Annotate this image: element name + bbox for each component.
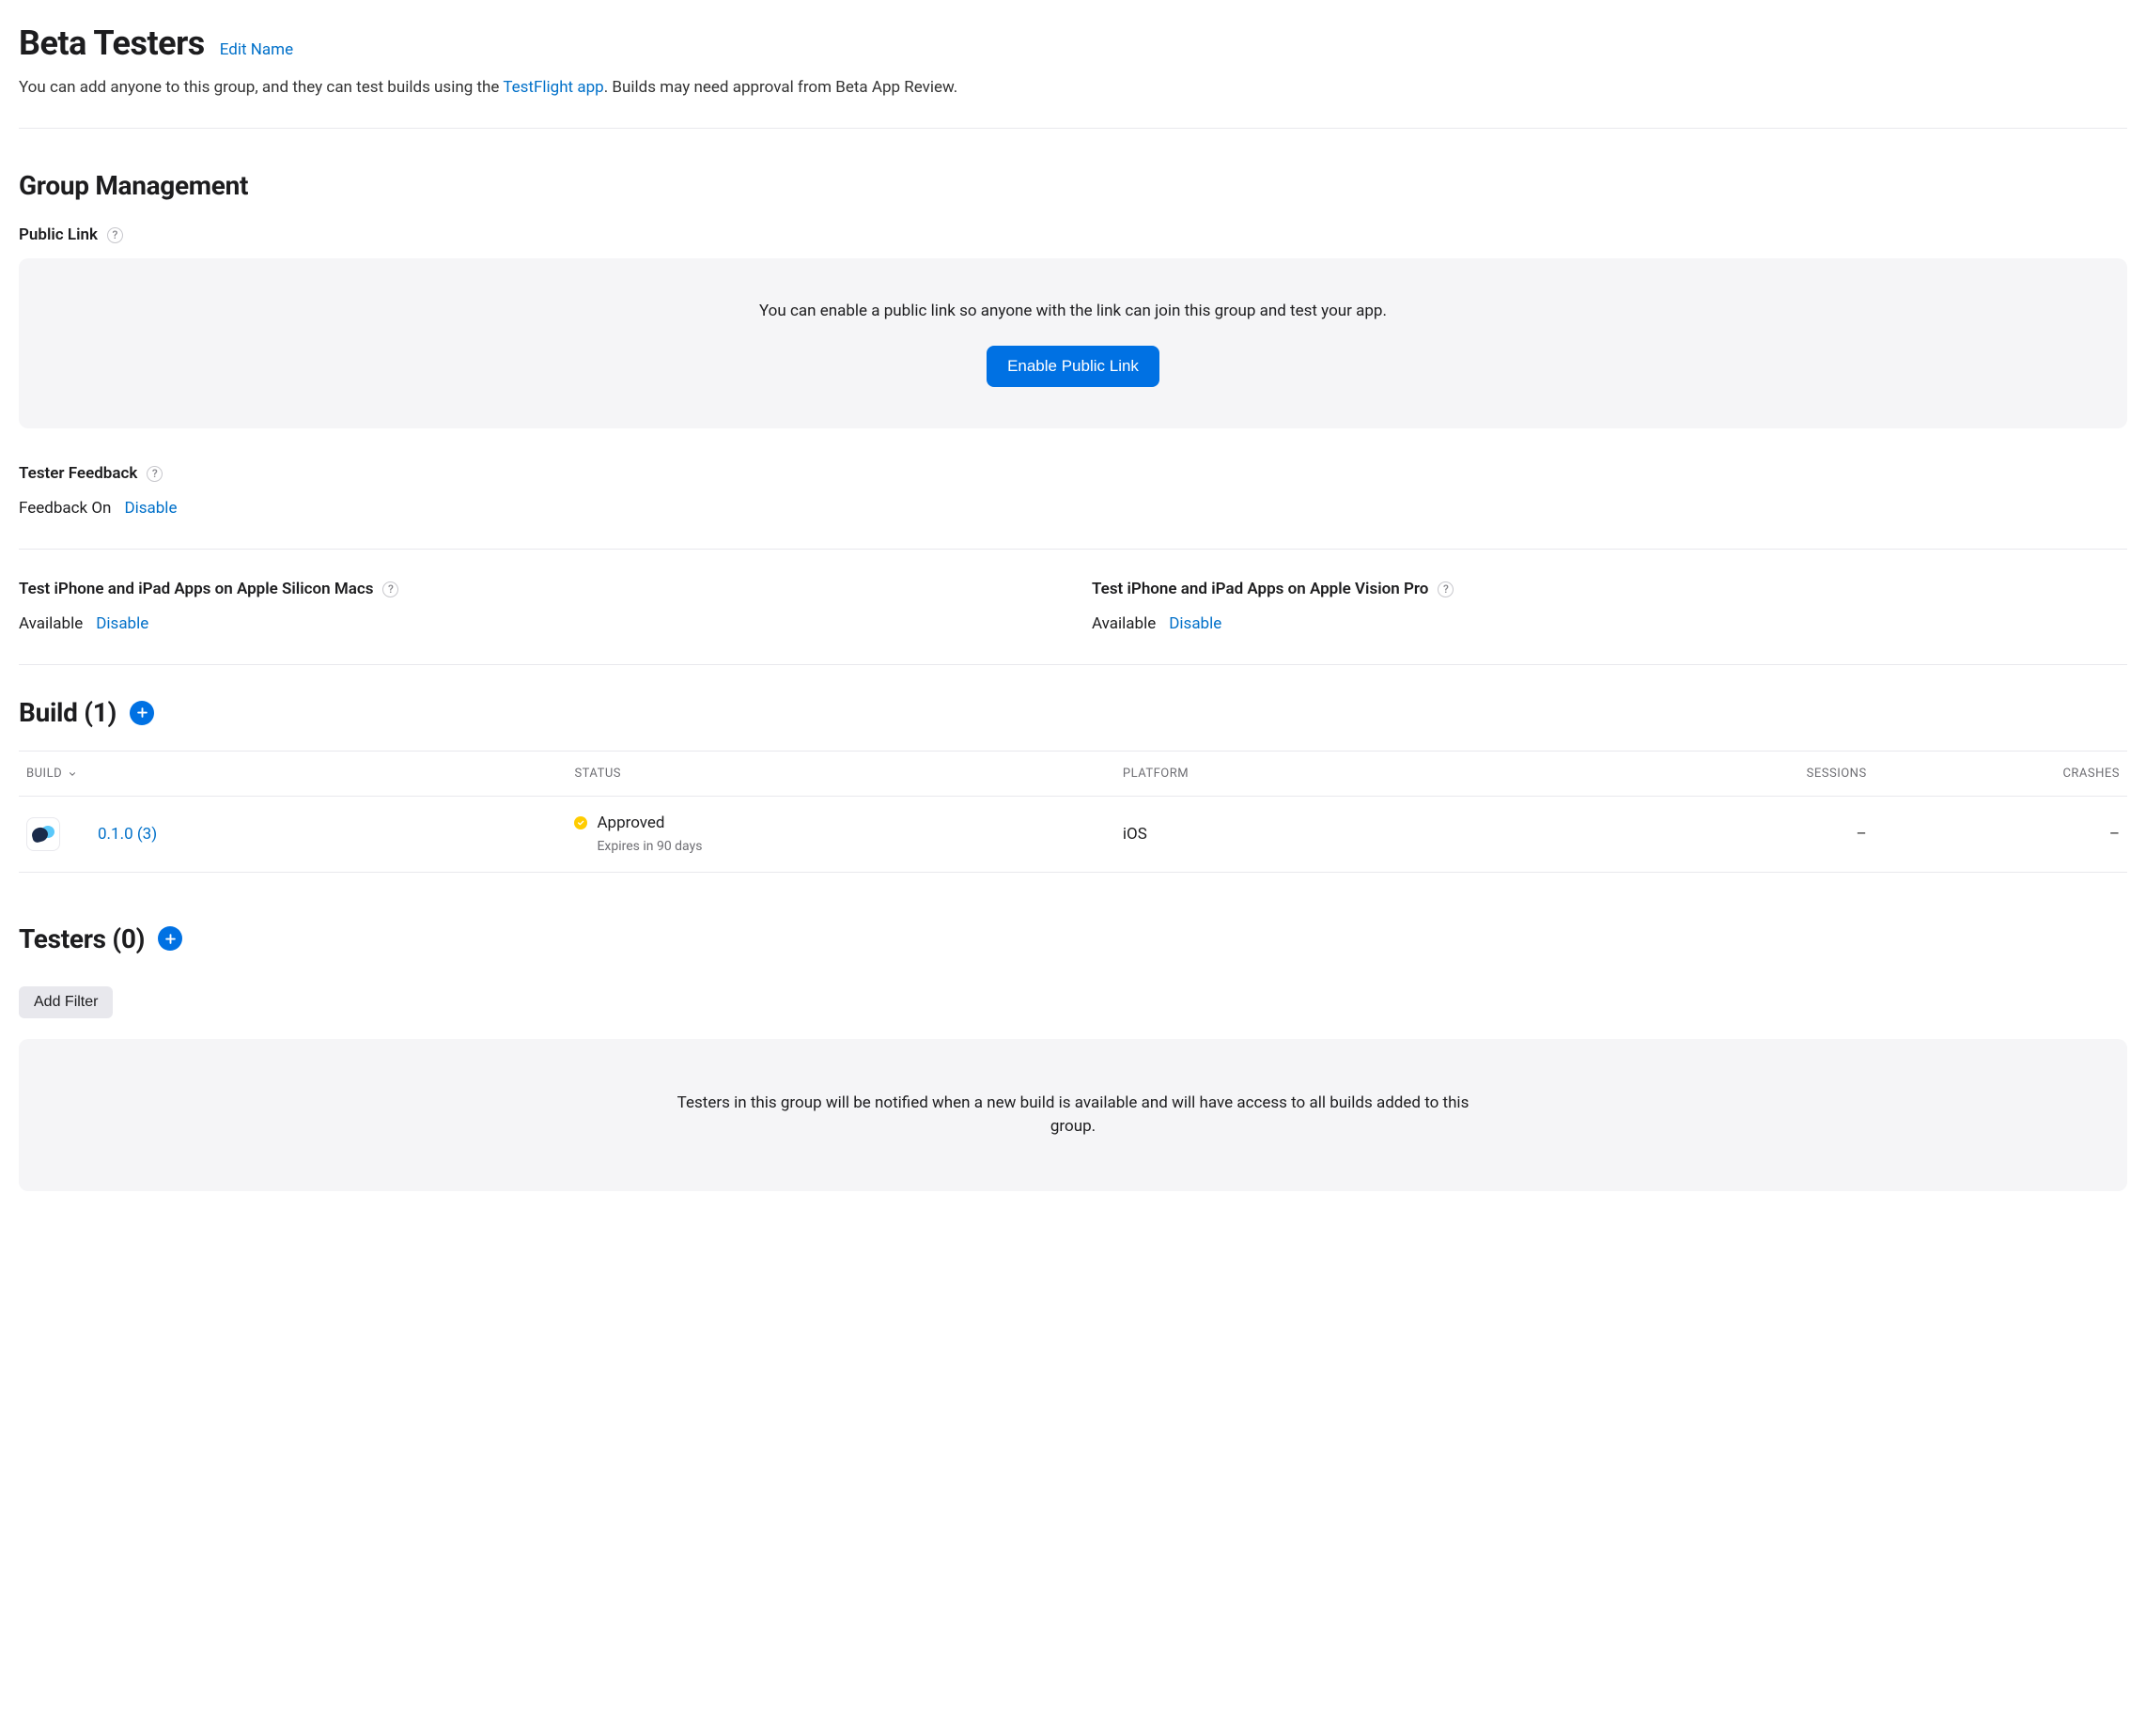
build-column-header[interactable]: BUILD — [26, 765, 77, 783]
vision-pro-disable-link[interactable]: Disable — [1169, 612, 1221, 636]
group-management-title: Group Management — [19, 166, 2127, 205]
add-tester-button[interactable] — [158, 926, 182, 951]
page-title: Beta Testers — [19, 19, 205, 69]
tester-feedback-block: Tester Feedback ? Feedback On Disable — [19, 462, 2127, 520]
testers-section-title: Testers (0) — [19, 920, 145, 958]
build-sessions: – — [1621, 797, 1874, 873]
tester-feedback-status: Feedback On — [19, 497, 111, 520]
page-subtitle: You can add anyone to this group, and th… — [19, 76, 2127, 100]
build-section: Build (1) BUILD STATUS PLATFORM SESSIONS… — [19, 693, 2127, 873]
sessions-column-header: SESSIONS — [1621, 752, 1874, 797]
silicon-macs-disable-link[interactable]: Disable — [96, 612, 148, 636]
silicon-macs-status: Available — [19, 612, 83, 636]
public-link-panel: You can enable a public link so anyone w… — [19, 258, 2127, 428]
silicon-macs-block: Test iPhone and iPad Apps on Apple Silic… — [19, 578, 1054, 636]
tester-feedback-disable-link[interactable]: Disable — [124, 497, 177, 520]
build-expires: Expires in 90 days — [597, 837, 702, 857]
silicon-macs-label: Test iPhone and iPad Apps on Apple Silic… — [19, 578, 373, 601]
testflight-app-link[interactable]: TestFlight app — [503, 78, 603, 97]
vision-pro-label: Test iPhone and iPad Apps on Apple Visio… — [1092, 578, 1428, 601]
help-icon[interactable]: ? — [147, 466, 163, 482]
testers-panel-text: Testers in this group will be notified w… — [660, 1092, 1486, 1139]
add-build-button[interactable] — [130, 701, 154, 725]
chevron-down-icon — [68, 769, 77, 779]
tester-feedback-label: Tester Feedback — [19, 462, 137, 486]
edit-name-link[interactable]: Edit Name — [220, 39, 293, 62]
build-section-title: Build (1) — [19, 693, 117, 732]
crashes-column-header: CRASHES — [1874, 752, 2127, 797]
builds-table: BUILD STATUS PLATFORM SESSIONS CRASHES — [19, 751, 2127, 873]
group-management-section: Group Management Public Link ? You can e… — [19, 166, 2127, 636]
platform-column-header: PLATFORM — [1115, 752, 1622, 797]
app-icon — [26, 817, 60, 851]
build-crashes: – — [1874, 797, 2127, 873]
vision-pro-block: Test iPhone and iPad Apps on Apple Visio… — [1092, 578, 2127, 636]
public-link-panel-text: You can enable a public link so anyone w… — [56, 300, 2090, 323]
build-version-link[interactable]: 0.1.0 (3) — [98, 823, 157, 846]
table-row: 0.1.0 (3) Approved Expires in 90 days — [19, 797, 2127, 873]
divider — [19, 549, 2127, 550]
plus-icon — [163, 932, 178, 946]
testers-empty-panel: Testers in this group will be notified w… — [19, 1039, 2127, 1191]
build-status: Approved — [597, 812, 702, 835]
public-link-block: Public Link ? You can enable a public li… — [19, 224, 2127, 428]
help-icon[interactable]: ? — [382, 581, 398, 597]
help-icon[interactable]: ? — [1438, 581, 1454, 597]
divider — [19, 128, 2127, 129]
testers-section: Testers (0) Add Filter Testers in this g… — [19, 920, 2127, 1191]
public-link-label: Public Link — [19, 224, 98, 247]
vision-pro-status: Available — [1092, 612, 1156, 636]
help-icon[interactable]: ? — [107, 227, 123, 243]
divider — [19, 664, 2127, 665]
build-platform: iOS — [1115, 797, 1622, 873]
plus-icon — [135, 705, 149, 720]
page-header: Beta Testers Edit Name You can add anyon… — [19, 19, 2127, 100]
add-filter-button[interactable]: Add Filter — [19, 986, 113, 1018]
status-column-header: STATUS — [567, 752, 1114, 797]
enable-public-link-button[interactable]: Enable Public Link — [987, 346, 1159, 387]
status-approved-icon — [574, 816, 587, 829]
